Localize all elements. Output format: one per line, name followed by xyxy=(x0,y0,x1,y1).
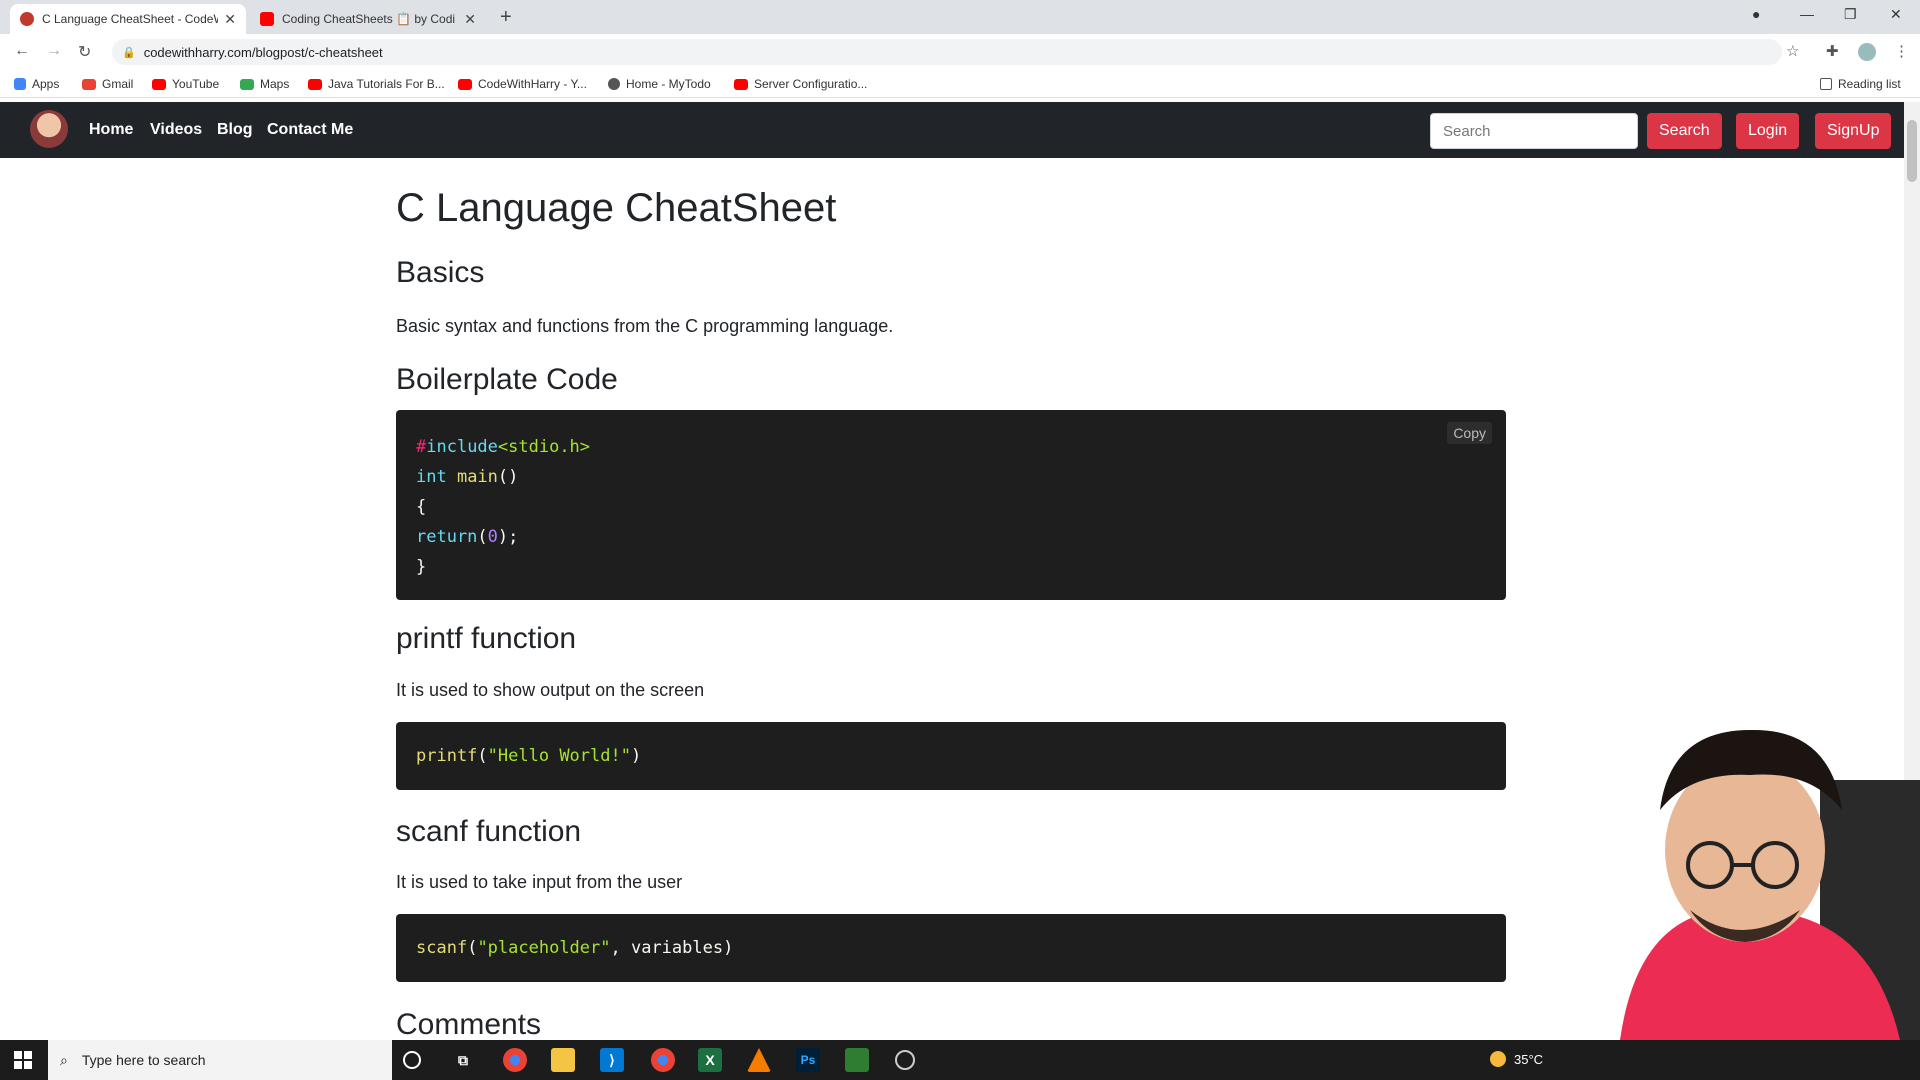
code-line: #include<stdio.h> xyxy=(416,437,591,457)
youtube-icon xyxy=(458,78,472,90)
chrome-taskbar-icon-2[interactable] xyxy=(651,1048,675,1072)
heading-printf: printf function xyxy=(396,622,577,655)
task-view-icon[interactable]: ⧉ xyxy=(451,1048,475,1072)
nav-videos[interactable]: Videos xyxy=(150,121,202,139)
bookmark-youtube[interactable]: YouTube xyxy=(152,77,219,91)
bookmark-java-tutorials[interactable]: Java Tutorials For B... xyxy=(308,77,445,91)
copy-button[interactable]: Copy xyxy=(1447,422,1492,444)
cortana-icon[interactable] xyxy=(403,1051,421,1069)
maps-icon xyxy=(240,78,254,90)
site-logo-avatar[interactable] xyxy=(30,110,68,148)
browser-menu-icon[interactable]: ⋮ xyxy=(1894,42,1909,60)
youtube-favicon-icon xyxy=(260,12,274,26)
heading-basics: Basics xyxy=(396,256,485,289)
youtube-icon xyxy=(152,78,166,90)
nav-home[interactable]: Home xyxy=(89,121,133,139)
globe-icon xyxy=(608,78,620,90)
page-scrollbar-thumb[interactable] xyxy=(1907,120,1917,182)
tab-title: Coding CheatSheets 📋 by Codi xyxy=(282,12,456,26)
bookmark-mytodo[interactable]: Home - MyTodo xyxy=(608,77,711,91)
extensions-icon[interactable]: ✚ xyxy=(1826,42,1839,60)
vscode-icon[interactable]: ⟩ xyxy=(600,1048,624,1072)
url-text: codewithharry.com/blogpost/c-cheatsheet xyxy=(143,44,383,60)
bookmark-gmail[interactable]: Gmail xyxy=(82,77,133,91)
code-line: printf("Hello World!") xyxy=(416,746,642,766)
page-title: C Language CheatSheet xyxy=(396,186,837,230)
taskbar-search-input[interactable]: ⌕ Type here to search xyxy=(48,1040,392,1080)
signup-button[interactable]: SignUp xyxy=(1815,113,1892,149)
bookmark-codewithharry[interactable]: CodeWithHarry - Y... xyxy=(458,77,587,91)
browser-tab-strip: C Language CheatSheet - CodeW ✕ Coding C… xyxy=(0,0,1920,34)
profile-avatar-icon[interactable] xyxy=(1858,43,1876,61)
bookmark-maps[interactable]: Maps xyxy=(240,77,289,91)
excel-icon[interactable]: X xyxy=(698,1048,722,1072)
close-window-icon[interactable]: ✕ xyxy=(1890,6,1902,23)
tab-title: C Language CheatSheet - CodeW xyxy=(42,12,219,26)
restore-icon[interactable]: ❐ xyxy=(1844,6,1857,23)
bookmark-star-icon[interactable]: ☆ xyxy=(1786,42,1799,60)
new-tab-icon[interactable]: + xyxy=(500,6,512,29)
code-line: int main() xyxy=(416,467,519,487)
clock-app-icon[interactable] xyxy=(895,1050,915,1070)
youtube-icon xyxy=(308,78,322,90)
nav-blog[interactable]: Blog xyxy=(217,121,253,139)
address-bar[interactable]: 🔒 codewithharry.com/blogpost/c-cheatshee… xyxy=(112,39,1782,65)
windows-start-icon[interactable] xyxy=(14,1051,32,1074)
photoshop-icon[interactable]: Ps xyxy=(796,1048,820,1072)
minimize-icon[interactable]: — xyxy=(1800,6,1814,22)
bookmark-server-config[interactable]: Server Configuratio... xyxy=(734,77,867,91)
system-tray-weather[interactable]: 35°C xyxy=(1490,1051,1543,1067)
search-icon: ⌕ xyxy=(60,1051,68,1068)
login-button[interactable]: Login xyxy=(1736,113,1800,149)
browser-toolbar: ← → ↻ 🔒 codewithharry.com/blogpost/c-che… xyxy=(0,34,1920,70)
basics-description: Basic syntax and functions from the C pr… xyxy=(396,316,894,336)
notepad-icon[interactable] xyxy=(845,1048,869,1072)
presenter-image xyxy=(1620,729,1920,1040)
webcam-overlay xyxy=(1580,700,1920,1040)
reload-icon[interactable]: ↻ xyxy=(78,42,91,62)
heading-scanf: scanf function xyxy=(396,815,582,848)
vlc-icon[interactable] xyxy=(747,1048,771,1072)
windows-taskbar: ⌕ Type here to search ⧉ ⟩ X Ps 35°C xyxy=(0,1040,1920,1080)
search-button[interactable]: Search xyxy=(1647,113,1722,149)
code-block-scanf: scanf("placeholder", variables) xyxy=(396,914,1506,982)
weather-sun-icon xyxy=(1490,1051,1506,1067)
browser-tab-active[interactable]: C Language CheatSheet - CodeW ✕ xyxy=(10,4,246,34)
code-line: { xyxy=(416,497,427,517)
site-search-input[interactable] xyxy=(1430,113,1638,149)
back-icon[interactable]: ← xyxy=(14,42,30,60)
reading-list-icon xyxy=(1820,78,1832,90)
close-tab-icon[interactable]: ✕ xyxy=(464,11,476,28)
scanf-description: It is used to take input from the user xyxy=(396,872,683,892)
code-block-boilerplate: Copy #include<stdio.h> int main() { retu… xyxy=(396,410,1506,600)
forward-icon[interactable]: → xyxy=(46,42,62,60)
code-block-printf: printf("Hello World!") xyxy=(396,722,1506,790)
chrome-taskbar-icon[interactable] xyxy=(503,1048,527,1072)
youtube-icon xyxy=(734,78,748,90)
code-line: scanf("placeholder", variables) xyxy=(416,938,734,958)
profile-menu-icon[interactable]: ● xyxy=(1752,6,1760,22)
printf-description: It is used to show output on the screen xyxy=(396,680,705,700)
close-tab-icon[interactable]: ✕ xyxy=(224,11,236,28)
code-line: } xyxy=(416,557,427,577)
apps-grid-icon xyxy=(14,78,26,90)
heading-boilerplate: Boilerplate Code xyxy=(396,363,618,396)
gmail-icon xyxy=(82,78,96,90)
file-explorer-icon[interactable] xyxy=(551,1048,575,1072)
site-navbar: Home Videos Blog Contact Me Search Login… xyxy=(0,102,1904,158)
heading-comments: Comments xyxy=(396,1008,542,1041)
code-line: return(0); xyxy=(416,527,519,547)
bookmarks-bar: Apps Gmail YouTube Maps Java Tutorials F… xyxy=(0,70,1920,98)
nav-contact[interactable]: Contact Me xyxy=(267,121,353,139)
site-favicon-icon xyxy=(20,12,34,26)
bookmark-apps[interactable]: Apps xyxy=(14,77,59,91)
reading-list[interactable]: Reading list xyxy=(1820,77,1901,91)
browser-tab[interactable]: Coding CheatSheets 📋 by Codi ✕ xyxy=(250,4,486,34)
lock-icon: 🔒 xyxy=(122,46,136,59)
